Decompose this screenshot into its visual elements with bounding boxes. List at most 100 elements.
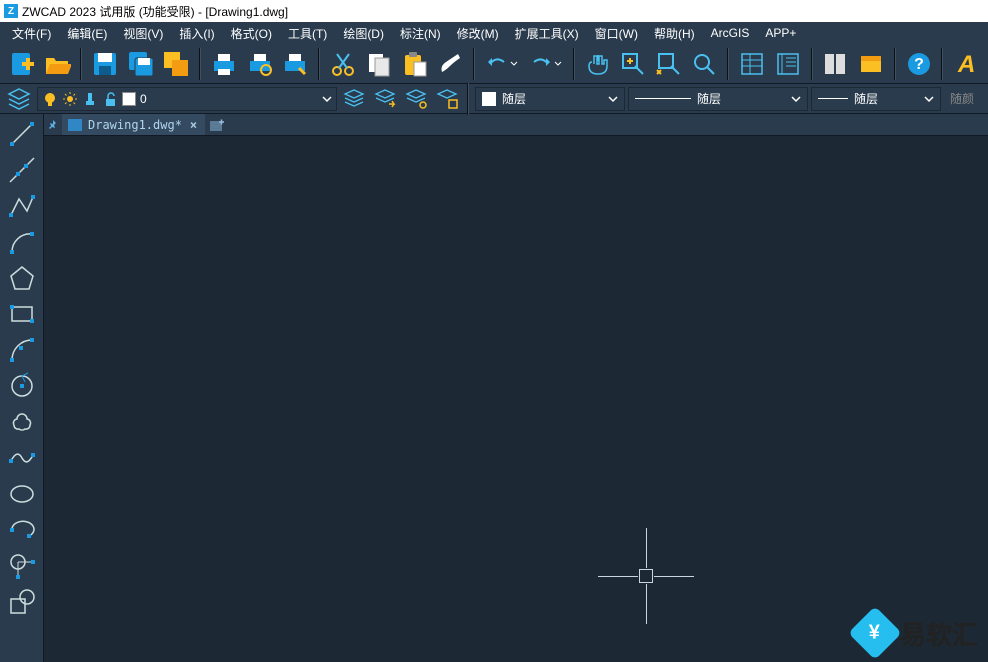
plot-button[interactable] — [279, 47, 311, 81]
title-bar: Z ZWCAD 2023 试用版 (功能受限) - [Drawing1.dwg] — [0, 0, 988, 22]
pin-icon[interactable] — [44, 114, 62, 135]
donut-tool[interactable] — [2, 548, 42, 584]
separator — [727, 48, 729, 80]
copy-button[interactable] — [363, 47, 395, 81]
menu-arcgis[interactable]: ArcGIS — [703, 23, 758, 43]
circle-tool[interactable] — [2, 368, 42, 404]
layer-state-button[interactable] — [340, 86, 368, 112]
document-tab[interactable]: Drawing1.dwg* × — [62, 114, 205, 135]
ellipse-arc-tool[interactable] — [2, 512, 42, 548]
matchprop-button[interactable] — [434, 47, 466, 81]
separator — [573, 48, 575, 80]
new-button[interactable] — [6, 47, 38, 81]
color-control[interactable]: 随层 — [475, 87, 625, 111]
app-icon: Z — [4, 4, 18, 18]
chevron-down-icon — [554, 60, 562, 68]
menu-bar: 文件(F) 编辑(E) 视图(V) 插入(I) 格式(O) 工具(T) 绘图(D… — [0, 22, 988, 44]
sun-icon — [62, 91, 78, 107]
lineweight-preview — [818, 98, 848, 99]
menu-view[interactable]: 视图(V) — [115, 22, 171, 45]
separator — [894, 48, 896, 80]
menu-help[interactable]: 帮助(H) — [646, 22, 703, 45]
layer-walk-button[interactable] — [433, 86, 461, 112]
help-button[interactable]: ? — [903, 47, 935, 81]
text-button[interactable]: A — [950, 47, 982, 81]
separator — [811, 48, 813, 80]
rectangle-tool[interactable] — [2, 296, 42, 332]
menu-dimension[interactable]: 标注(N) — [392, 22, 449, 45]
zoom-realtime-button[interactable] — [617, 47, 649, 81]
new-tab-button[interactable] — [205, 114, 229, 135]
tab-close-button[interactable]: × — [188, 118, 199, 132]
block-tool[interactable] — [2, 584, 42, 620]
window-title: ZWCAD 2023 试用版 (功能受限) - [Drawing1.dwg] — [22, 3, 288, 20]
lineweight-control[interactable]: 随层 — [811, 87, 941, 111]
line-tool[interactable] — [2, 116, 42, 152]
separator — [467, 83, 469, 115]
properties-button[interactable] — [736, 47, 768, 81]
menu-modify[interactable]: 修改(M) — [449, 22, 507, 45]
open-button[interactable] — [42, 47, 74, 81]
menu-insert[interactable]: 插入(I) — [171, 22, 222, 45]
toolpalettes-button[interactable] — [820, 47, 852, 81]
freeze-icon — [82, 91, 98, 107]
draw-toolbar — [0, 114, 44, 662]
sheetset-button[interactable] — [772, 47, 804, 81]
linetype-control[interactable]: 随层 — [628, 87, 808, 111]
watermark: ¥ 易软汇 — [856, 614, 978, 652]
watermark-logo-icon: ¥ — [848, 606, 902, 660]
layer-manager-button[interactable] — [4, 86, 34, 112]
separator — [941, 48, 943, 80]
menu-edit[interactable]: 编辑(E) — [59, 22, 115, 45]
layer-color-swatch — [122, 92, 136, 106]
cut-button[interactable] — [327, 47, 359, 81]
menu-express[interactable]: 扩展工具(X) — [507, 22, 587, 45]
bulb-icon — [42, 91, 58, 107]
zoom-window-button[interactable] — [653, 47, 685, 81]
chevron-down-icon — [322, 94, 332, 104]
save-button[interactable] — [89, 47, 121, 81]
polygon-tool[interactable] — [2, 260, 42, 296]
design-center-button[interactable] — [855, 47, 887, 81]
arc-tool[interactable] — [2, 224, 42, 260]
chevron-down-icon — [791, 94, 801, 104]
layer-previous-button[interactable] — [371, 86, 399, 112]
polyline-tool[interactable] — [2, 188, 42, 224]
menu-file[interactable]: 文件(F) — [4, 22, 59, 45]
standard-toolbar: ? A — [0, 44, 988, 84]
pan-button[interactable] — [582, 47, 614, 81]
menu-window[interactable]: 窗口(W) — [587, 22, 646, 45]
lineweight-value: 随层 — [854, 90, 878, 107]
redo-button[interactable] — [526, 47, 566, 81]
linetype-value: 随层 — [697, 90, 721, 107]
svg-text:A: A — [957, 51, 975, 78]
menu-tools[interactable]: 工具(T) — [280, 22, 335, 45]
tab-label: Drawing1.dwg* — [88, 118, 182, 132]
print-button[interactable] — [208, 47, 240, 81]
dwg-icon — [68, 119, 82, 131]
layer-name: 0 — [140, 92, 147, 106]
zoom-previous-button[interactable] — [689, 47, 721, 81]
menu-app[interactable]: APP+ — [757, 23, 804, 43]
menu-draw[interactable]: 绘图(D) — [335, 22, 392, 45]
paste-button[interactable] — [398, 47, 430, 81]
plotstyle-label: 随颜 — [944, 90, 980, 107]
document-tabs: Drawing1.dwg* × — [44, 114, 988, 136]
spline-tool[interactable] — [2, 332, 42, 368]
svg-text:?: ? — [914, 56, 924, 73]
drawing-canvas[interactable]: ¥ 易软汇 — [44, 136, 988, 662]
menu-format[interactable]: 格式(O) — [223, 22, 280, 45]
revcloud-tool[interactable] — [2, 404, 42, 440]
layer-dropdown[interactable]: 0 — [37, 87, 337, 111]
print-preview-button[interactable] — [244, 47, 276, 81]
chevron-down-icon — [924, 94, 934, 104]
layers-toolbar: 0 随层 随层 随层 随颜 — [0, 84, 988, 114]
ellipse-tool[interactable] — [2, 476, 42, 512]
color-swatch — [482, 92, 496, 106]
construction-line-tool[interactable] — [2, 152, 42, 188]
layer-iso-button[interactable] — [402, 86, 430, 112]
copy-docs-button[interactable] — [161, 47, 193, 81]
spline-fit-tool[interactable] — [2, 440, 42, 476]
undo-button[interactable] — [482, 47, 522, 81]
saveas-button[interactable] — [125, 47, 157, 81]
